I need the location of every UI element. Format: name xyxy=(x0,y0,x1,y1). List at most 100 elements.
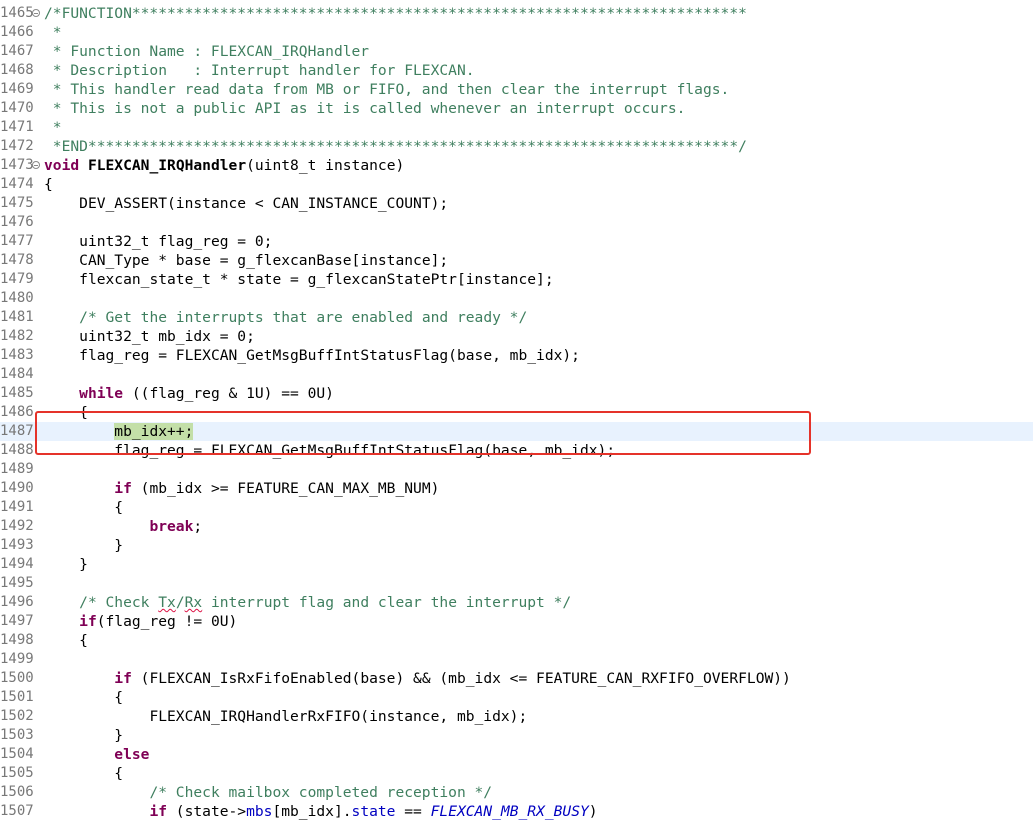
code-line[interactable]: 1492 break; xyxy=(0,517,1033,536)
code-text: /*FUNCTION******************************… xyxy=(44,4,747,23)
code-token: uint32_t flag_reg = 0; xyxy=(79,233,273,250)
code-line[interactable]: 1502 FLEXCAN_IRQHandlerRxFIFO(instance, … xyxy=(0,707,1033,726)
code-token: mb_idx++; xyxy=(114,423,194,440)
code-line[interactable]: 1483 flag_reg = FLEXCAN_GetMsgBuffIntSta… xyxy=(0,346,1033,365)
code-line[interactable]: 1477 uint32_t flag_reg = 0; xyxy=(0,232,1033,251)
code-line[interactable]: 1491 { xyxy=(0,498,1033,517)
code-line[interactable]: 1497 if(flag_reg != 0U) xyxy=(0,612,1033,631)
code-token: /* Get the interrupts that are enabled a… xyxy=(79,309,528,326)
code-line[interactable]: 1476 xyxy=(0,213,1033,232)
code-line[interactable]: 1467 * Function Name : FLEXCAN_IRQHandle… xyxy=(0,42,1033,61)
code-text: mb_idx++; xyxy=(44,422,194,441)
code-token: (state-> xyxy=(167,803,247,820)
code-token: interrupt flag and clear the interrupt *… xyxy=(202,594,572,611)
code-token: if xyxy=(149,803,168,820)
code-line[interactable]: 1478 CAN_Type * base = g_flexcanBase[ins… xyxy=(0,251,1033,270)
code-token: FLEXCAN_MB_RX_BUSY xyxy=(430,803,589,820)
code-line[interactable]: 1471 * xyxy=(0,118,1033,137)
code-token: (FLEXCAN_IsRxFifoEnabled(base) && (mb_id… xyxy=(131,670,791,687)
code-token: flexcan_state_t * state = g_flexcanState… xyxy=(79,271,554,288)
line-number: 1505 xyxy=(0,765,34,781)
code-token: else xyxy=(114,746,150,763)
code-line[interactable]: 1494 } xyxy=(0,555,1033,574)
code-editor[interactable]: 1465 /*FUNCTION**************************… xyxy=(0,0,1033,823)
code-line[interactable]: 1475 DEV_ASSERT(instance < CAN_INSTANCE_… xyxy=(0,194,1033,213)
code-token: [mb_idx]. xyxy=(272,803,352,820)
code-line[interactable]: 1495 xyxy=(0,574,1033,593)
code-text: else xyxy=(44,745,149,764)
code-line[interactable]: 1469 * This handler read data from MB or… xyxy=(0,80,1033,99)
code-line[interactable]: 1506 /* Check mailbox completed receptio… xyxy=(0,783,1033,802)
code-line[interactable]: 1486 { xyxy=(0,403,1033,422)
code-line[interactable]: 1472 *END*******************************… xyxy=(0,137,1033,156)
code-line[interactable]: 1503 } xyxy=(0,726,1033,745)
code-line[interactable]: 1485 while ((flag_reg & 1U) == 0U) xyxy=(0,384,1033,403)
code-text: * Description : Interrupt handler for FL… xyxy=(44,61,475,80)
code-line[interactable]: 1484 xyxy=(0,365,1033,384)
code-line[interactable]: 1480 xyxy=(0,289,1033,308)
line-number: 1485 xyxy=(0,385,34,401)
code-line[interactable]: 1470 * This is not a public API as it is… xyxy=(0,99,1033,118)
collapse-fold-icon[interactable] xyxy=(32,161,40,169)
code-line[interactable]: 1504 else xyxy=(0,745,1033,764)
code-line[interactable]: 1481 /* Get the interrupts that are enab… xyxy=(0,308,1033,327)
code-line[interactable]: 1479 flexcan_state_t * state = g_flexcan… xyxy=(0,270,1033,289)
code-content: /* Check Tx/Rx interrupt flag and clear … xyxy=(79,594,571,611)
line-number: 1480 xyxy=(0,290,34,306)
code-line[interactable]: 1465 /*FUNCTION**************************… xyxy=(0,4,1033,23)
code-line[interactable]: 1466 * xyxy=(0,23,1033,42)
code-line[interactable]: 1493 } xyxy=(0,536,1033,555)
code-line[interactable]: 1487 mb_idx++; xyxy=(0,422,1033,441)
collapse-fold-icon[interactable] xyxy=(32,9,40,17)
line-number: 1472 xyxy=(0,138,34,154)
code-content: if (state->mbs[mb_idx].state == FLEXCAN_… xyxy=(149,803,597,820)
code-line[interactable]: 1489 xyxy=(0,460,1033,479)
code-content: { xyxy=(114,689,123,706)
code-token: CAN_Type * base = g_flexcanBase[instance… xyxy=(79,252,449,269)
code-token: * This is not a public API as it is call… xyxy=(44,100,686,117)
code-token: { xyxy=(44,176,53,193)
code-text: * This is not a public API as it is call… xyxy=(44,99,686,118)
code-content: * xyxy=(44,24,62,41)
code-line[interactable]: 1499 xyxy=(0,650,1033,669)
code-line[interactable]: 1490 if (mb_idx >= FEATURE_CAN_MAX_MB_NU… xyxy=(0,479,1033,498)
code-line[interactable]: 1507 if (state->mbs[mb_idx].state == FLE… xyxy=(0,802,1033,821)
code-text: { xyxy=(44,764,123,783)
code-content: } xyxy=(114,537,123,554)
line-number: 1503 xyxy=(0,727,34,743)
code-line[interactable]: 1496 /* Check Tx/Rx interrupt flag and c… xyxy=(0,593,1033,612)
code-token: *END************************************… xyxy=(44,138,747,155)
code-text: { xyxy=(44,631,88,650)
code-content: { xyxy=(114,765,123,782)
code-line[interactable]: 1500 if (FLEXCAN_IsRxFifoEnabled(base) &… xyxy=(0,669,1033,688)
code-line[interactable]: 1488 flag_reg = FLEXCAN_GetMsgBuffIntSta… xyxy=(0,441,1033,460)
line-number: 1473 xyxy=(0,157,34,173)
code-content: * This is not a public API as it is call… xyxy=(44,100,686,117)
code-content: void FLEXCAN_IRQHandler(uint8_t instance… xyxy=(44,157,404,174)
line-number: 1487 xyxy=(0,423,34,439)
code-content: DEV_ASSERT(instance < CAN_INSTANCE_COUNT… xyxy=(79,195,448,212)
code-content: { xyxy=(79,632,88,649)
code-line[interactable]: 1468 * Description : Interrupt handler f… xyxy=(0,61,1033,80)
code-content: flexcan_state_t * state = g_flexcanState… xyxy=(79,271,553,288)
code-content: * This handler read data from MB or FIFO… xyxy=(44,81,730,98)
code-token: ((flag_reg & 1U) == 0U) xyxy=(123,385,334,402)
code-line[interactable]: 1474 { xyxy=(0,175,1033,194)
code-line[interactable]: 1482 uint32_t mb_idx = 0; xyxy=(0,327,1033,346)
code-line[interactable]: 1498 { xyxy=(0,631,1033,650)
code-line[interactable]: 1501 { xyxy=(0,688,1033,707)
code-token: uint32_t mb_idx = 0; xyxy=(79,328,255,345)
code-line[interactable]: 1473 void FLEXCAN_IRQHandler(uint8_t inst… xyxy=(0,156,1033,175)
code-line[interactable]: 1505 { xyxy=(0,764,1033,783)
code-token: ) xyxy=(588,803,598,820)
